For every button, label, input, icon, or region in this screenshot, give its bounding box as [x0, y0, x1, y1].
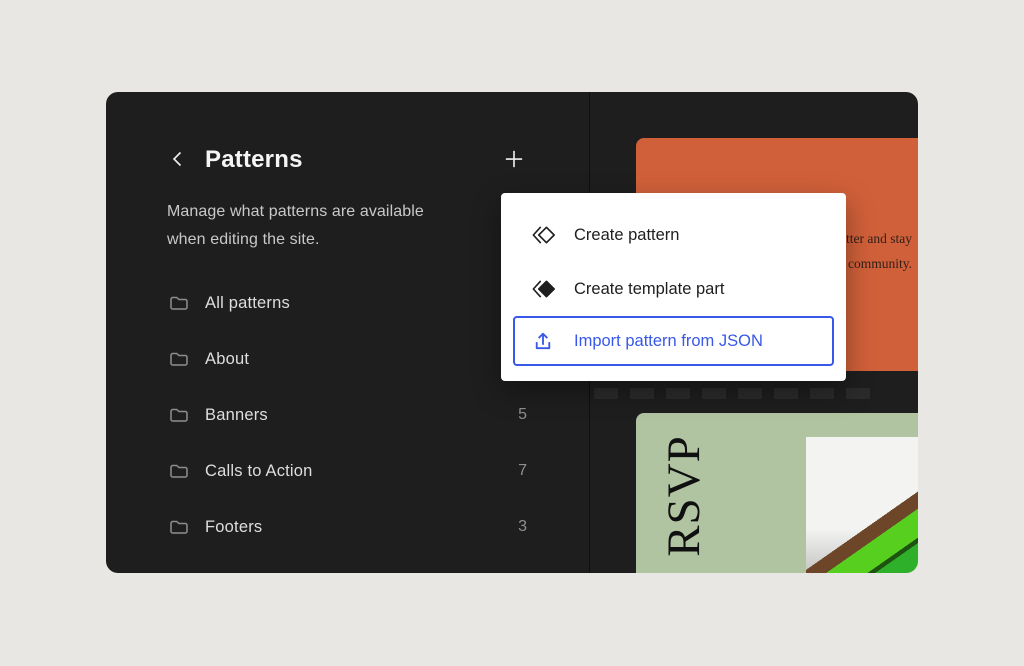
sidebar-item-all-patterns[interactable]: All patterns: [167, 275, 527, 331]
folder-icon: [167, 347, 191, 371]
category-label: About: [205, 350, 249, 369]
rsvp-pattern-preview: RSVP: [636, 413, 918, 573]
menu-item-create-pattern[interactable]: Create pattern: [513, 208, 834, 262]
rsvp-preview-photo: [806, 437, 918, 573]
category-label: All patterns: [205, 294, 290, 313]
add-pattern-menu: Create pattern Create template part Impo…: [501, 193, 846, 381]
upload-icon: [530, 328, 556, 354]
page-title: Patterns: [205, 146, 303, 174]
menu-item-label: Create pattern: [574, 226, 679, 245]
dark-pattern-preview-text: [594, 388, 872, 399]
category-label: Banners: [205, 406, 268, 425]
add-pattern-button[interactable]: [501, 147, 527, 173]
menu-item-label: Import pattern from JSON: [574, 332, 763, 351]
patterns-category-list: All patterns About: [167, 275, 527, 555]
folder-icon: [167, 515, 191, 539]
menu-item-create-template-part[interactable]: Create template part: [513, 262, 834, 316]
category-count: 3: [518, 518, 527, 536]
folder-icon: [167, 291, 191, 315]
category-count: 5: [518, 406, 527, 424]
photo-diagonal-object: [806, 437, 918, 573]
sidebar-item-calls-to-action[interactable]: Calls to Action 7: [167, 443, 527, 499]
sidebar-item-banners[interactable]: Banners 5: [167, 387, 527, 443]
sidebar-description: Manage what patterns are available when …: [167, 198, 455, 254]
menu-item-import-pattern-from-json[interactable]: Import pattern from JSON: [513, 316, 834, 366]
menu-item-label: Create template part: [574, 280, 724, 299]
folder-icon: [167, 403, 191, 427]
plus-icon: [501, 146, 527, 175]
folder-icon: [167, 459, 191, 483]
sidebar-item-footers[interactable]: Footers 3: [167, 499, 527, 555]
pattern-icon: [530, 222, 556, 248]
sidebar-item-about[interactable]: About: [167, 331, 527, 387]
newsletter-preview-text: letter and stay community.: [836, 226, 912, 276]
category-count: 7: [518, 462, 527, 480]
category-label: Calls to Action: [205, 462, 313, 481]
template-part-icon: [530, 276, 556, 302]
page-background: Patterns Manage what patterns are availa…: [0, 0, 1024, 666]
back-button[interactable]: [166, 148, 190, 172]
category-label: Footers: [205, 518, 262, 537]
chevron-left-icon: [166, 147, 190, 174]
rsvp-vertical-text: RSVP: [648, 421, 720, 571]
sidebar-header: Patterns: [166, 140, 527, 180]
